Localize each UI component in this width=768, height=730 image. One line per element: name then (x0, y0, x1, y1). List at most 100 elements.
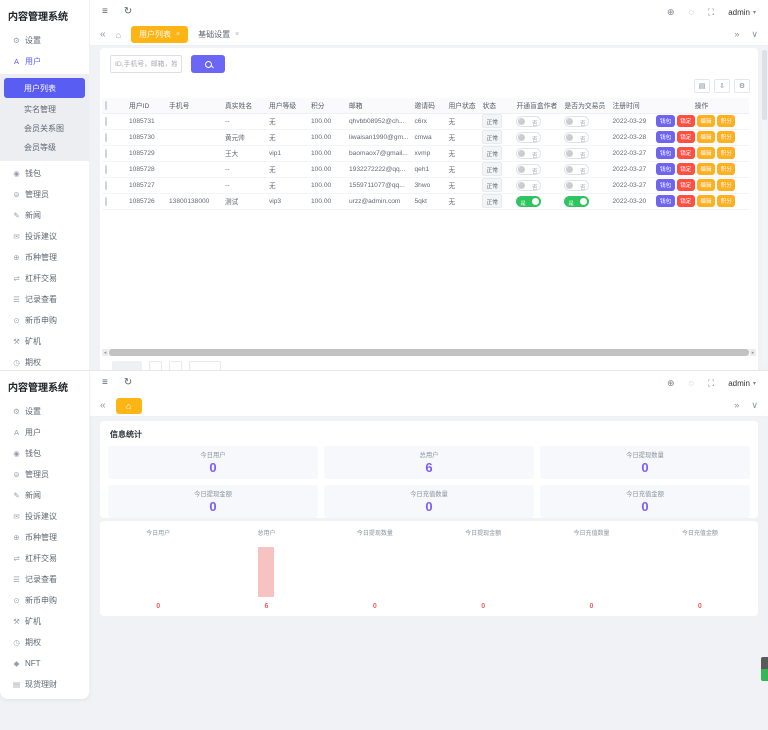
edit-button[interactable]: 编辑 (697, 147, 715, 159)
sidebar-item-9[interactable]: ⊙新币申购 (0, 310, 89, 331)
sidebar-item-8[interactable]: ☰记录查看 (0, 569, 89, 590)
select-all-checkbox[interactable] (105, 101, 107, 110)
wallet-button[interactable]: 钱包 (656, 131, 674, 143)
points-button[interactable]: 积分 (717, 179, 735, 191)
horizontal-scrollbar[interactable]: ◂ ▸ (102, 349, 756, 356)
wallet-button[interactable]: 钱包 (656, 179, 674, 191)
row-checkbox[interactable] (105, 117, 107, 126)
close-icon[interactable]: × (176, 31, 180, 38)
edit-button[interactable]: 编辑 (697, 195, 715, 207)
row-checkbox[interactable] (105, 149, 107, 158)
hscroll-thumb[interactable] (109, 349, 749, 356)
home-tab-active[interactable]: ⌂ (116, 398, 142, 414)
row-checkbox[interactable] (105, 133, 107, 142)
sidebar-subitem-3[interactable]: 会员等级 (0, 138, 89, 157)
row-checkbox[interactable] (105, 181, 107, 190)
close-icon[interactable]: × (235, 31, 239, 38)
sidebar-item-7[interactable]: ⇌杠杆交易 (0, 548, 89, 569)
edit-button[interactable]: 编辑 (697, 163, 715, 175)
trader-toggle[interactable]: 否 (564, 116, 589, 127)
sidebar-item-10[interactable]: ⚒矿机 (0, 611, 89, 632)
hamburger-icon[interactable]: ≡ (102, 7, 108, 17)
refresh-icon[interactable]: ↻ (124, 7, 132, 17)
fullscreen-icon[interactable]: ⛶ (708, 8, 714, 17)
sidebar-item-6[interactable]: ⊕币种管理 (0, 527, 89, 548)
sidebar-subitem-2[interactable]: 会员关系图 (0, 119, 89, 138)
edit-button[interactable]: 编辑 (697, 131, 715, 143)
sidebar-item-8[interactable]: ☰记录查看 (0, 289, 89, 310)
sidebar-item-10[interactable]: ⚒矿机 (0, 331, 89, 352)
sidebar-item-2[interactable]: ◉钱包 (0, 443, 89, 464)
points-button[interactable]: 积分 (717, 131, 735, 143)
points-button[interactable]: 积分 (717, 163, 735, 175)
trader-toggle[interactable]: 否 (564, 132, 589, 143)
tabs-expand-icon[interactable]: » (734, 29, 739, 40)
sidebar-item-12[interactable]: ◆NFT (0, 653, 89, 674)
table-settings-icon[interactable]: ⚙ (734, 79, 750, 93)
sidebar-item-5[interactable]: ✉投诉建议 (0, 226, 89, 247)
lock-button[interactable]: 锁定 (677, 179, 695, 191)
sidebar-item-5[interactable]: ✉投诉建议 (0, 506, 89, 527)
sidebar-item-6[interactable]: ⊕币种管理 (0, 247, 89, 268)
blindbox-toggle[interactable]: 否 (516, 164, 541, 175)
home-tab-icon[interactable]: ⌂ (116, 30, 121, 40)
pagination-page[interactable] (169, 361, 182, 370)
tabs-collapse-icon[interactable]: « (100, 29, 106, 40)
wallet-button[interactable]: 钱包 (656, 115, 674, 127)
points-button[interactable]: 积分 (717, 195, 735, 207)
tabs-menu-icon[interactable]: ∨ (751, 400, 758, 411)
sidebar-item-11[interactable]: ◷期权 (0, 352, 89, 370)
sidebar-subitem-1[interactable]: 实名管理 (0, 100, 89, 119)
tab-basic-settings[interactable]: 基础设置 × (198, 29, 239, 40)
lock-button[interactable]: 锁定 (677, 195, 695, 207)
hscroll-right-icon[interactable]: ▸ (750, 349, 756, 356)
row-checkbox[interactable] (105, 197, 107, 206)
wallet-button[interactable]: 钱包 (656, 163, 674, 175)
search-input[interactable] (110, 55, 182, 73)
edit-button[interactable]: 编辑 (697, 115, 715, 127)
row-checkbox[interactable] (105, 165, 107, 174)
sidebar-item-4[interactable]: ✎新闻 (0, 485, 89, 506)
wallet-button[interactable]: 钱包 (656, 195, 674, 207)
trader-toggle[interactable]: 是 (564, 196, 589, 207)
lock-button[interactable]: 锁定 (677, 131, 695, 143)
trader-toggle[interactable]: 否 (564, 164, 589, 175)
sidebar-item-1[interactable]: A用户 (0, 422, 89, 443)
filter-columns-icon[interactable]: ▤ (694, 79, 710, 93)
language-icon[interactable]: ⊕ (667, 8, 675, 17)
lock-button[interactable]: 锁定 (677, 147, 695, 159)
sidebar-item-3[interactable]: ⊜管理员 (0, 464, 89, 485)
blindbox-toggle[interactable]: 否 (516, 116, 541, 127)
lock-button[interactable]: 锁定 (677, 163, 695, 175)
sidebar-item-0[interactable]: ⚙设置 (0, 30, 89, 51)
blindbox-toggle[interactable]: 是 (516, 196, 541, 207)
sidebar-item-1[interactable]: A用户 (0, 51, 89, 72)
sidebar-item-7[interactable]: ⇌杠杆交易 (0, 268, 89, 289)
search-button[interactable] (191, 55, 225, 73)
floating-widget-top[interactable] (761, 657, 768, 669)
points-button[interactable]: 积分 (717, 115, 735, 127)
wallet-button[interactable]: 钱包 (656, 147, 674, 159)
lock-button[interactable]: 锁定 (677, 115, 695, 127)
user-menu[interactable]: admin ▾ (728, 8, 756, 17)
blindbox-toggle[interactable]: 否 (516, 132, 541, 143)
clear-cache-icon[interactable]: ◌ (689, 379, 694, 388)
tabs-menu-icon[interactable]: ∨ (751, 29, 758, 40)
edit-button[interactable]: 编辑 (697, 179, 715, 191)
trader-toggle[interactable]: 否 (564, 180, 589, 191)
sidebar-item-13[interactable]: ▤现货理财 (0, 674, 89, 695)
sidebar-item-0[interactable]: ⚙设置 (0, 401, 89, 422)
tab-user-list[interactable]: 用户列表 × (131, 26, 188, 43)
clear-cache-icon[interactable]: ◌ (689, 8, 694, 17)
sidebar-item-4[interactable]: ✎新闻 (0, 205, 89, 226)
blindbox-toggle[interactable]: 否 (516, 180, 541, 191)
fullscreen-icon[interactable]: ⛶ (708, 379, 714, 388)
floating-widget-bottom[interactable] (761, 669, 768, 681)
floating-widget[interactable] (761, 657, 768, 681)
tabs-expand-icon[interactable]: » (734, 400, 739, 411)
vscroll-thumb[interactable] (762, 50, 767, 120)
pagination-prev[interactable] (149, 361, 162, 370)
sidebar-item-3[interactable]: ⊜管理员 (0, 184, 89, 205)
user-menu[interactable]: admin ▾ (728, 379, 756, 388)
sidebar-item-9[interactable]: ⊙新币申购 (0, 590, 89, 611)
